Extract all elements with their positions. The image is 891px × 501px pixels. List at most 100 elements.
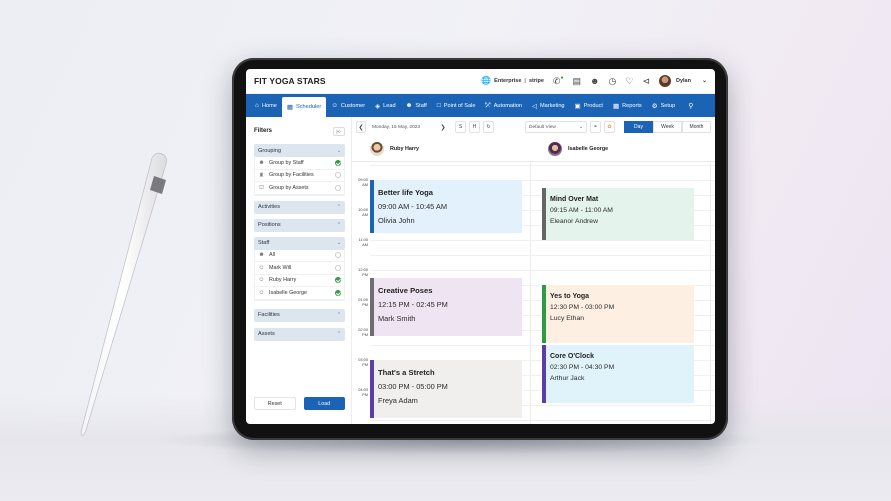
chevron-up-icon: ⌃ xyxy=(336,312,341,318)
section-positions[interactable]: Positions ⌃ xyxy=(254,218,345,232)
radio-unselected[interactable] xyxy=(335,184,341,191)
option-staff-all[interactable]: ☻ All xyxy=(255,250,344,262)
event-time: 02:30 PM - 04:30 PM xyxy=(550,364,615,371)
event-color-bar xyxy=(542,187,546,240)
section-label: Activities xyxy=(258,204,281,210)
event-instructor: Mark Smith xyxy=(378,313,416,323)
event-card[interactable]: Yes to Yoga 12:30 PM - 03:00 PM Lucy Ethan xyxy=(542,285,694,343)
time-label: 11:00 AM xyxy=(358,237,368,247)
event-time: 09:15 AM - 11:00 AM xyxy=(550,206,613,214)
monitor-icon: □ xyxy=(436,102,441,109)
section-assets[interactable]: Assets ⌃ xyxy=(254,327,345,341)
user-icon: ☺ xyxy=(258,289,265,296)
filters-panel: Filters |<- Grouping ⌄ ☻ Group by Staff ♜… xyxy=(246,117,352,424)
option-staff-isabelle-george[interactable]: ☺ Isabelle George xyxy=(255,287,344,300)
radio-unselected[interactable] xyxy=(335,172,341,179)
share-icon[interactable]: ⊲ xyxy=(642,76,650,86)
load-button[interactable]: Load xyxy=(303,397,345,410)
presentation-icon[interactable]: ▤ xyxy=(573,76,582,86)
nav-label: Customer xyxy=(340,102,366,109)
nav-point-of-sale[interactable]: □ Point of Sale xyxy=(432,94,481,117)
clock-icon[interactable]: ◷ xyxy=(609,76,617,86)
date-picker[interactable]: Monday, 15 May, 2023 xyxy=(369,121,435,133)
view-switcher: Day Week Month xyxy=(624,121,711,133)
nav-marketing[interactable]: ◁ Marketing xyxy=(527,94,570,117)
section-activities[interactable]: Activities ⌃ xyxy=(254,200,345,214)
nav-label: Reports xyxy=(622,102,642,109)
search-icon[interactable]: ⚲ xyxy=(680,102,701,110)
view-month-button[interactable]: Month xyxy=(682,121,711,133)
radio-unselected[interactable] xyxy=(335,264,341,271)
grid-line xyxy=(370,270,715,271)
avatar xyxy=(370,142,384,156)
section-staff[interactable]: Staff ⌄ xyxy=(254,236,345,250)
section-label: Staff xyxy=(258,240,270,246)
palette-icon[interactable]: ✿ xyxy=(604,121,615,133)
bell-icon[interactable]: ♡ xyxy=(625,76,633,86)
time-label: 10:00 AM xyxy=(358,207,368,217)
nav-product[interactable]: ▣ Product xyxy=(570,94,608,117)
event-color-bar xyxy=(370,360,374,418)
reset-button[interactable]: Reset xyxy=(254,397,296,410)
view-week-button[interactable]: Week xyxy=(653,121,682,133)
option-group-by-staff[interactable]: ☻ Group by Staff xyxy=(255,157,344,170)
home-icon: ⌂ xyxy=(255,102,259,109)
option-label: Ruby Harry xyxy=(269,277,297,284)
prev-day-button[interactable]: ❮ xyxy=(356,121,366,133)
radio-selected[interactable] xyxy=(335,289,341,296)
scheduler-main: ❮ Monday, 15 May, 2023 ❯ S H ↻ Default V… xyxy=(352,117,715,424)
nav-staff[interactable]: ☻ Staff xyxy=(401,94,432,117)
event-title: Creative Poses xyxy=(378,285,433,295)
time-label: 04:00 PM xyxy=(358,387,368,397)
nav-setup[interactable]: ⚙ Setup xyxy=(647,94,680,117)
event-card[interactable]: That's a Stretch 03:00 PM - 05:00 PM Freya… xyxy=(370,360,522,418)
grid-line xyxy=(370,165,715,166)
event-instructor: Olivia John xyxy=(378,216,415,225)
users-icon[interactable]: ☻ xyxy=(590,76,599,86)
nav-customer[interactable]: ☺ Customer xyxy=(326,94,370,117)
option-label: Group by Facilities xyxy=(269,172,314,179)
grid-line xyxy=(370,240,715,241)
next-day-button[interactable]: ❯ xyxy=(438,121,448,133)
option-group-by-assets[interactable]: ⛫ Group by Assets xyxy=(255,182,344,195)
view-select[interactable]: Default View ⌄ xyxy=(525,121,587,133)
option-group-by-facilities[interactable]: ♜ Group by Facilities xyxy=(255,170,344,182)
nav-home[interactable]: ⌂ Home xyxy=(250,94,282,117)
user-menu[interactable]: Dylan ⌄ xyxy=(658,75,707,87)
event-card[interactable]: Creative Poses 12:15 PM - 02:45 PM Mark Sm… xyxy=(370,277,522,336)
nav-reports[interactable]: ▩ Reports xyxy=(608,94,647,117)
s-button[interactable]: S xyxy=(455,121,466,133)
wand-icon: ⤱ xyxy=(485,101,491,109)
nav-label: Home xyxy=(261,102,277,109)
option-label: Mark Will xyxy=(269,264,292,271)
section-facilities[interactable]: Facilities ⌃ xyxy=(254,308,345,322)
event-card[interactable]: Mind Over Mat 09:15 AM - 11:00 AM Eleanor … xyxy=(542,187,694,240)
nav-lead[interactable]: ◈ Lead xyxy=(370,94,400,117)
event-card[interactable]: Core O'Clock 02:30 PM - 04:30 PM Arthur Ja… xyxy=(542,345,694,403)
nav-automation[interactable]: ⤱ Automation xyxy=(480,94,527,117)
nav-scheduler[interactable]: ▦ Scheduler xyxy=(281,97,327,117)
section-grouping[interactable]: Grouping ⌄ xyxy=(254,144,345,157)
option-staff-ruby-harry[interactable]: ☺ Ruby Harry xyxy=(255,275,344,287)
chevron-down-icon: ⌄ xyxy=(336,240,341,246)
radio-unselected[interactable] xyxy=(335,252,341,259)
schedule-grid: 09:00 AM 10:00 AM 11:00 AM 12:00 PM 01:00 PM 02:00… xyxy=(352,162,715,424)
phone-icon[interactable]: ✆ ● xyxy=(553,76,564,86)
grouping-options: ☻ Group by Staff ♜ Group by Facilities ⛫ Gr… xyxy=(254,157,345,196)
option-staff-mark-will[interactable]: ☺ Mark Will xyxy=(255,262,344,275)
collapse-filters-button[interactable]: |<- xyxy=(333,126,345,136)
link-icon[interactable]: ⚭ xyxy=(590,121,601,133)
radio-selected[interactable] xyxy=(335,277,341,284)
view-select-value: Default View xyxy=(529,124,556,130)
nav-label: Staff xyxy=(415,102,427,109)
event-instructor: Lucy Ethan xyxy=(550,315,585,322)
view-day-button[interactable]: Day xyxy=(624,121,653,133)
h-button[interactable]: H xyxy=(469,121,480,133)
event-time: 12:30 PM - 03:00 PM xyxy=(550,304,615,311)
avatar xyxy=(548,142,562,156)
time-label: 01:00 PM xyxy=(358,297,368,307)
refresh-icon[interactable]: ↻ xyxy=(483,121,494,133)
radio-selected[interactable] xyxy=(335,159,341,166)
event-card[interactable]: Better life Yoga 09:00 AM - 10:45 AM Olivi… xyxy=(370,180,522,233)
plan-indicator[interactable]: 🌐 Enterprise | stripe xyxy=(481,77,544,85)
